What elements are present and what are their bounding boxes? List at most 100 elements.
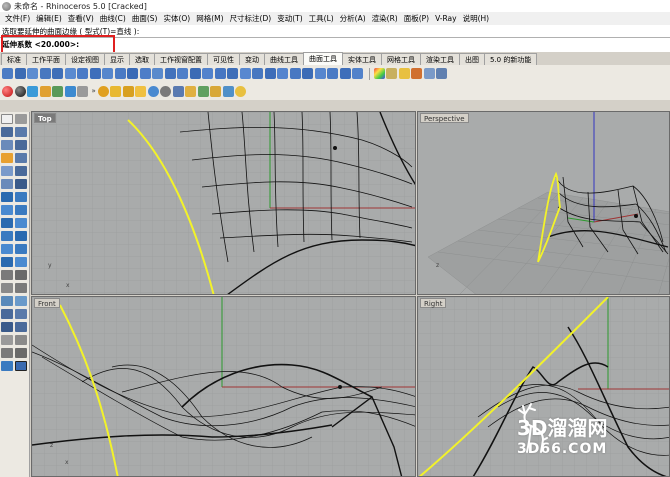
mirror-icon[interactable] (1, 309, 13, 319)
circle-icon[interactable] (1, 153, 13, 163)
menu-render[interactable]: 渲染(R) (369, 13, 401, 24)
polygon-icon[interactable] (15, 166, 27, 176)
color-palette-icon[interactable] (373, 68, 385, 79)
surface-curvature-icon[interactable] (327, 68, 338, 79)
viewport-perspective[interactable]: Perspective z (417, 111, 670, 295)
gumball-icon[interactable] (97, 85, 109, 97)
tab-set-view[interactable]: 设定视图 (65, 53, 105, 65)
direction-icon[interactable] (339, 68, 351, 79)
globe-icon[interactable] (64, 85, 76, 97)
sweep1-icon[interactable] (89, 68, 101, 79)
blend-surface-icon[interactable] (164, 68, 176, 79)
view-grid-icon[interactable] (15, 361, 27, 371)
arc-icon[interactable] (15, 140, 27, 150)
box-icon[interactable] (52, 85, 63, 97)
shrink-trimmed-icon[interactable] (239, 68, 251, 79)
box-solid-icon[interactable] (1, 205, 13, 215)
freeform-icon[interactable] (1, 140, 13, 150)
save-view-icon[interactable] (423, 68, 435, 79)
dim-linear-icon[interactable] (1, 348, 13, 358)
menu-transform[interactable]: 变动(T) (274, 13, 305, 24)
menu-dimension[interactable]: 尺寸标注(D) (227, 13, 275, 24)
menu-edit[interactable]: 编辑(E) (33, 13, 65, 24)
rebuild-surface-icon[interactable] (189, 68, 201, 79)
cone-icon[interactable] (15, 218, 27, 228)
surface-plane-icon[interactable] (1, 192, 13, 202)
rendered-sphere-icon[interactable] (14, 85, 26, 97)
array-icon[interactable] (15, 309, 27, 319)
blend-icon[interactable] (197, 85, 209, 97)
ellipse-icon[interactable] (15, 153, 27, 163)
scale-icon[interactable] (15, 296, 27, 306)
viewport-label-front[interactable]: Front (34, 298, 60, 308)
group-icon[interactable] (1, 335, 13, 345)
rebuild-icon[interactable] (222, 85, 234, 97)
trim-icon[interactable] (135, 85, 147, 97)
menu-view[interactable]: 查看(V) (65, 13, 97, 24)
untrim-icon[interactable] (227, 68, 238, 79)
tab-standard[interactable]: 标准 (1, 53, 27, 65)
chamfer-surface-icon[interactable] (277, 68, 288, 79)
revolve-icon[interactable] (64, 68, 76, 79)
offset-surface-icon[interactable] (152, 68, 163, 79)
offset-curve-icon[interactable] (1, 179, 13, 189)
mesh-icon[interactable] (1, 244, 13, 254)
tab-select[interactable]: 选取 (129, 53, 155, 65)
menu-curve[interactable]: 曲线(C) (97, 13, 129, 24)
connect-surface-icon[interactable] (289, 68, 301, 79)
tab-transform[interactable]: 变动 (239, 53, 265, 65)
split-surface-icon[interactable] (252, 68, 263, 79)
osnap-icon[interactable] (110, 85, 122, 97)
select-arrow-icon[interactable] (1, 114, 13, 124)
move-icon[interactable] (1, 283, 13, 293)
tab-visibility[interactable]: 可见性 (207, 53, 240, 65)
tab-drafting[interactable]: 出图 (459, 53, 485, 65)
analyze-icon[interactable] (235, 85, 247, 97)
rotate-icon[interactable] (1, 296, 13, 306)
render-icon[interactable] (398, 68, 410, 79)
torus-icon[interactable] (1, 231, 13, 241)
annotation-icon[interactable] (15, 270, 27, 280)
fillet-icon[interactable] (172, 85, 184, 97)
extend-icon[interactable] (160, 85, 172, 97)
boolean-union-icon[interactable] (15, 244, 27, 254)
tab-mesh-tools[interactable]: 网格工具 (381, 53, 421, 65)
offset-icon[interactable] (185, 85, 197, 97)
cylinder-icon[interactable] (1, 218, 13, 228)
layer-icon[interactable] (386, 68, 397, 79)
curve-icon[interactable] (15, 127, 27, 137)
tab-new-in-v5[interactable]: 5.0 的新功能 (484, 53, 538, 65)
view-zoom-icon[interactable] (1, 361, 13, 371)
point-icon[interactable] (15, 114, 27, 124)
viewport-label-perspective[interactable]: Perspective (420, 113, 469, 123)
more-tools-icon[interactable]: » (92, 87, 96, 95)
explode-icon[interactable] (1, 322, 13, 332)
tab-cplanes[interactable]: 工作平面 (26, 53, 66, 65)
merge-surface-icon[interactable] (302, 68, 313, 79)
rail-revolve-icon[interactable] (77, 68, 88, 79)
loft-icon[interactable] (52, 68, 63, 79)
rectangle-icon[interactable] (1, 166, 13, 176)
fillet-curve-icon[interactable] (15, 179, 27, 189)
tab-curve-tools[interactable]: 曲线工具 (264, 53, 304, 65)
join-icon[interactable] (147, 85, 159, 97)
material-icon[interactable] (27, 85, 38, 97)
menu-mesh[interactable]: 网格(M) (193, 13, 226, 24)
tab-viewport-layout[interactable]: 工作视窗配置 (154, 53, 208, 65)
tab-render-tools[interactable]: 渲染工具 (420, 53, 460, 65)
match-icon[interactable] (210, 85, 222, 97)
viewport-front[interactable]: Front z x (31, 296, 416, 477)
extend-surface-icon[interactable] (352, 68, 363, 79)
sweep2-icon[interactable] (102, 68, 113, 79)
boolean-diff-icon[interactable] (1, 257, 13, 267)
menu-help[interactable]: 说明(H) (460, 13, 493, 24)
light-icon[interactable] (411, 68, 422, 79)
sphere-solid-icon[interactable] (15, 205, 27, 215)
match-surface-icon[interactable] (177, 68, 188, 79)
dim-angle-icon[interactable] (15, 348, 27, 358)
dimension-icon[interactable] (77, 85, 88, 97)
menu-vray[interactable]: V-Ray (432, 14, 459, 23)
cube-icon[interactable] (39, 85, 51, 97)
menu-panels[interactable]: 面板(P) (401, 13, 432, 24)
menu-tools[interactable]: 工具(L) (306, 13, 337, 24)
